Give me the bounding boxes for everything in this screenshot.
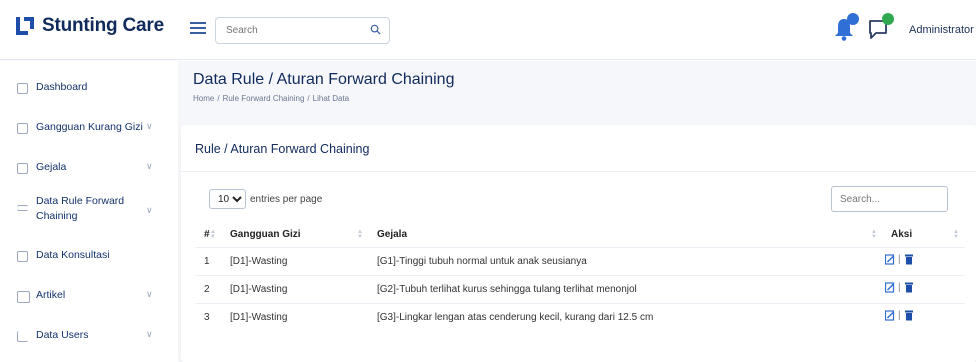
card-title: Rule / Aturan Forward Chaining <box>195 142 370 156</box>
cell-gejala: [G3]-Lingkar lengan atas cenderung kecil… <box>369 302 883 331</box>
document-icon <box>17 163 28 174</box>
entries-per-page: 10 entries per page <box>209 189 322 209</box>
cell-aksi: | <box>883 302 965 331</box>
cell-number: 3 <box>196 302 222 331</box>
breadcrumb-home[interactable]: Home <box>193 94 214 103</box>
sidebar-item-label: Gejala <box>36 161 67 173</box>
breadcrumb: Home / Rule Forward Chaining / Lihat Data <box>193 94 350 103</box>
cell-gejala: [G2]-Tubuh terlihat kurus sehingga tulan… <box>369 274 883 303</box>
edit-icon[interactable] <box>885 282 895 293</box>
cell-gejala: [G1]-Tinggi tubuh normal untuk anak seus… <box>369 246 883 275</box>
delete-icon[interactable] <box>904 254 914 265</box>
column-header-gejala[interactable]: Gejala ▲ ▼ <box>369 223 883 247</box>
cell-aksi: | <box>883 246 965 275</box>
chevron-down-icon: ∨ <box>146 205 153 215</box>
sidebar-item-label: Dashboard <box>36 81 88 93</box>
delete-icon[interactable] <box>904 282 914 293</box>
edit-icon[interactable] <box>885 310 895 321</box>
cell-number: 2 <box>196 274 222 303</box>
chevron-down-icon: ∨ <box>146 329 153 339</box>
sidebar-item-label: Data Users <box>36 329 89 341</box>
app-logo[interactable]: Stunting Care <box>14 15 164 37</box>
table-row: 3 [D1]-Wasting [G3]-Lingkar lengan atas … <box>196 302 965 331</box>
chevron-down-icon: ∨ <box>146 161 153 171</box>
breadcrumb-current: Lihat Data <box>312 94 350 103</box>
messages-icon[interactable] <box>866 13 894 42</box>
user-menu[interactable]: Administrator <box>909 24 974 36</box>
delete-icon[interactable] <box>904 310 914 321</box>
notification-bell-icon[interactable] <box>833 13 859 42</box>
sidebar-item-gejala[interactable]: Gejala ∨ <box>0 153 178 183</box>
sort-icon: ▲ ▼ <box>357 229 363 240</box>
app-name: Stunting Care <box>42 15 164 36</box>
breadcrumb-rule-forward-chaining[interactable]: Rule Forward Chaining <box>223 94 305 103</box>
header-search-input[interactable] <box>216 18 356 43</box>
chevron-down-icon: ∨ <box>146 121 153 131</box>
notification-badge <box>847 13 859 25</box>
sidebar-item-dashboard[interactable]: Dashboard <box>0 73 178 103</box>
sort-icon: ▲ ▼ <box>871 229 877 240</box>
message-badge <box>882 13 894 25</box>
table-icon <box>17 251 28 262</box>
cell-aksi: | <box>883 274 965 303</box>
sidebar-item-data-users[interactable]: Data Users ∨ <box>0 321 178 351</box>
sidebar-item-artikel[interactable]: Artikel ∨ <box>0 281 178 311</box>
entries-per-page-select[interactable]: 10 <box>209 189 246 209</box>
users-icon <box>17 331 28 342</box>
grid-icon <box>17 83 28 94</box>
sidebar-item-label: Data Rule Forward Chaining <box>36 195 125 222</box>
sidebar-item-gangguan-kurang-gizi[interactable]: Gangguan Kurang Gizi ∨ <box>0 113 178 143</box>
sort-icon: ▲ ▼ <box>953 229 959 240</box>
cell-number: 1 <box>196 246 222 275</box>
cell-gangguan-gizi: [D1]-Wasting <box>222 246 369 275</box>
column-header-number[interactable]: # ▲ ▼ <box>196 223 222 247</box>
table-row: 1 [D1]-Wasting [G1]-Tinggi tubuh normal … <box>196 246 965 275</box>
column-header-aksi[interactable]: Aksi ▲ ▼ <box>883 223 965 247</box>
chevron-down-icon: ∨ <box>146 289 153 299</box>
sidebar-item-data-rule-forward-chaining[interactable]: Data Rule Forward Chaining ∨ <box>0 191 178 231</box>
table-row: 2 [D1]-Wasting [G2]-Tubuh terlihat kurus… <box>196 274 965 303</box>
sidebar-item-data-konsultasi[interactable]: Data Konsultasi <box>0 241 178 271</box>
edit-icon[interactable] <box>885 254 895 265</box>
rules-table: # ▲ ▼ Gangguan Gizi ▲ ▼ Gejala ▲ ▼ Aksi ▲ ▼ 1 [D… <box>196 223 965 331</box>
logo-icon <box>14 15 36 37</box>
cell-gangguan-gizi: [D1]-Wasting <box>222 274 369 303</box>
header-search <box>215 17 390 44</box>
page-title: Data Rule / Aturan Forward Chaining <box>193 71 455 88</box>
sidebar-item-label: Data Konsultasi <box>36 249 110 261</box>
sidebar-item-label: Gangguan Kurang Gizi <box>36 121 143 133</box>
menu-toggle-icon[interactable] <box>190 22 206 35</box>
sidebar: Dashboard Gangguan Kurang Gizi ∨ Gejala … <box>0 61 178 362</box>
column-header-gangguan-gizi[interactable]: Gangguan Gizi ▲ ▼ <box>222 223 369 247</box>
search-icon[interactable] <box>370 24 381 35</box>
table-header-row: # ▲ ▼ Gangguan Gizi ▲ ▼ Gejala ▲ ▼ Aksi ▲ ▼ <box>196 223 965 247</box>
rule-icon <box>17 205 28 211</box>
cell-gangguan-gizi: [D1]-Wasting <box>222 302 369 331</box>
sidebar-item-label: Artikel <box>36 289 66 301</box>
table-search-input[interactable] <box>831 186 948 212</box>
article-icon <box>17 291 30 303</box>
entries-per-page-label: entries per page <box>250 193 323 205</box>
card-divider <box>181 171 976 172</box>
top-header: Stunting Care Administrator <box>0 0 976 60</box>
list-icon <box>17 123 28 134</box>
sort-icon: ▲ ▼ <box>210 229 216 240</box>
